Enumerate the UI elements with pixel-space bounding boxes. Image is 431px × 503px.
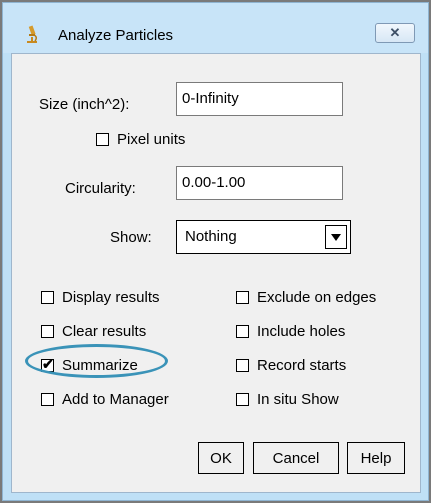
summarize-label: Summarize	[62, 356, 138, 374]
show-label: Show:	[110, 229, 152, 246]
display-results-checkbox[interactable]: Display results	[41, 287, 160, 307]
cancel-button[interactable]: Cancel	[253, 442, 339, 474]
window-frame: Analyze Particles ✕ Size (inch^2): 0-Inf…	[2, 2, 429, 501]
record-starts-checkbox[interactable]: Record starts	[236, 355, 346, 375]
window-title: Analyze Particles	[58, 27, 174, 44]
title-bar[interactable]: Analyze Particles ✕	[3, 3, 428, 53]
pixel-units-label: Pixel units	[117, 130, 186, 148]
summarize-box[interactable]: ✔	[41, 355, 54, 372]
ok-button[interactable]: OK	[198, 442, 244, 474]
include-holes-label: Include holes	[257, 322, 346, 340]
microscope-icon	[27, 25, 38, 43]
record-starts-label: Record starts	[257, 356, 347, 374]
dialog-body: Size (inch^2): 0-Infinity Pixel units Ci…	[11, 53, 421, 493]
dialog-window: Analyze Particles ✕ Size (inch^2): 0-Inf…	[0, 0, 431, 503]
display-results-label: Display results	[62, 288, 160, 306]
circularity-field[interactable]: 0.00-1.00	[176, 166, 343, 200]
clear-results-box[interactable]	[41, 324, 54, 338]
circularity-label: Circularity:	[65, 180, 136, 197]
show-select[interactable]: Nothing	[176, 220, 351, 254]
include-holes-checkbox[interactable]: Include holes	[236, 321, 345, 341]
add-to-manager-label: Add to Manager	[62, 390, 169, 408]
pixel-units-box[interactable]	[96, 132, 109, 146]
record-starts-box[interactable]	[236, 358, 249, 372]
close-button[interactable]: ✕	[375, 23, 415, 43]
dropdown-arrow-icon[interactable]	[325, 225, 347, 249]
add-to-manager-box[interactable]	[41, 392, 54, 406]
clear-results-checkbox[interactable]: Clear results	[41, 321, 146, 341]
size-field[interactable]: 0-Infinity	[176, 82, 343, 116]
clear-results-label: Clear results	[62, 322, 147, 340]
help-button[interactable]: Help	[347, 442, 405, 474]
size-label: Size (inch^2):	[39, 96, 130, 113]
include-holes-box[interactable]	[236, 324, 249, 338]
check-icon: ✔	[42, 355, 54, 372]
display-results-box[interactable]	[41, 290, 54, 304]
exclude-on-edges-box[interactable]	[236, 290, 249, 304]
add-to-manager-checkbox[interactable]: Add to Manager	[41, 389, 169, 409]
show-selected-value: Nothing	[185, 228, 237, 245]
in-situ-show-label: In situ Show	[257, 390, 339, 408]
close-icon: ✕	[389, 25, 401, 40]
exclude-on-edges-checkbox[interactable]: Exclude on edges	[236, 287, 376, 307]
exclude-on-edges-label: Exclude on edges	[257, 288, 377, 306]
pixel-units-checkbox[interactable]: Pixel units	[96, 129, 185, 149]
in-situ-show-box[interactable]	[236, 392, 249, 406]
in-situ-show-checkbox[interactable]: In situ Show	[236, 389, 339, 409]
summarize-checkbox[interactable]: ✔ Summarize	[41, 355, 138, 375]
